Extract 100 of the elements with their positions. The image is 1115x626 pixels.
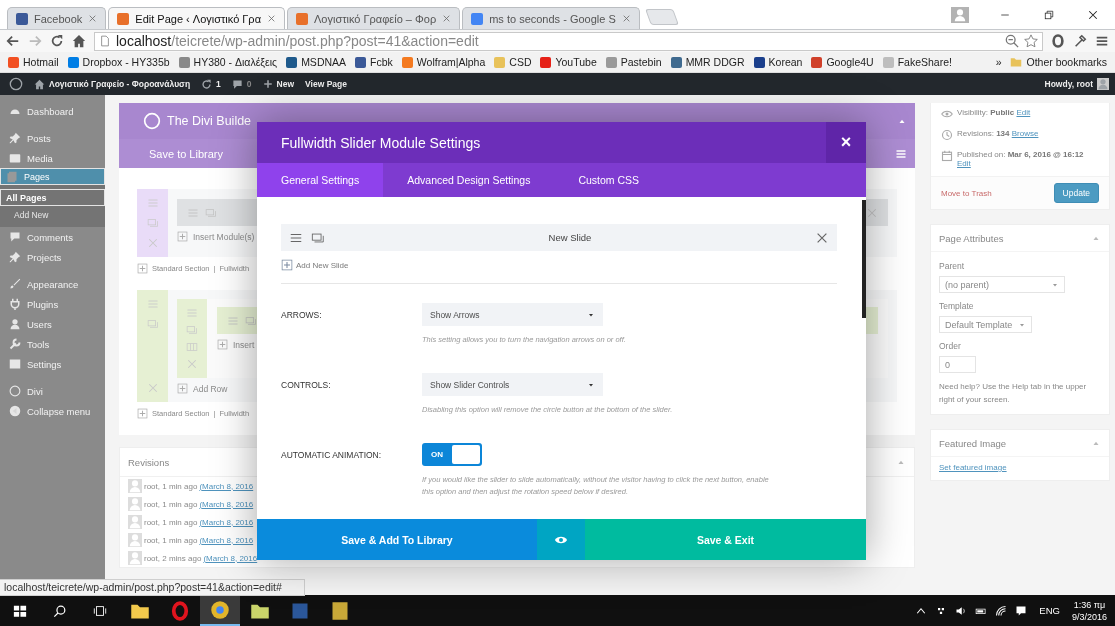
revision-link[interactable]: (March 8, 2016 (203, 553, 258, 563)
move-to-trash-link[interactable]: Move to Trash (941, 188, 992, 198)
menu-item[interactable]: Comments (0, 227, 105, 247)
preview-button[interactable] (537, 519, 585, 560)
taskbar-app[interactable] (200, 595, 240, 626)
more-bookmarks-button[interactable]: » (995, 56, 1002, 68)
notification-icon[interactable] (1015, 604, 1028, 617)
bookmark[interactable]: Wolfram|Alpha (401, 56, 486, 68)
browser-tab[interactable]: Λογιστικό Γραφείο – Φορ (287, 7, 461, 29)
bookmark[interactable]: MSDNAA (286, 56, 347, 68)
clock[interactable]: 1:36 πμ 9/3/2016 (1071, 598, 1107, 623)
back-icon[interactable] (6, 34, 20, 48)
revision-link[interactable]: (March 8, 2016 (199, 535, 254, 545)
view-page-link[interactable]: View Page (305, 79, 347, 89)
home-icon[interactable] (72, 34, 86, 48)
address-bar[interactable]: localhost/teicrete/wp-admin/post.php?post=41&action=edit (94, 31, 1043, 51)
insert-module-link[interactable]: Insert (233, 339, 255, 350)
save-to-library-button[interactable]: Save to Library (149, 147, 223, 160)
updates-link[interactable]: 1 (201, 78, 221, 90)
star-icon[interactable] (1024, 34, 1038, 48)
menu-item[interactable]: Divi (0, 381, 105, 401)
submenu-item[interactable]: All Pages (0, 189, 105, 206)
plus-square-icon[interactable] (217, 339, 228, 350)
site-link[interactable]: Λογιστικό Γραφείο - Φοροανάλυση (34, 78, 191, 90)
photo-icon (9, 152, 21, 164)
dropper-icon[interactable] (1073, 34, 1087, 48)
bookmark[interactable]: FakeShare! (882, 56, 952, 68)
account-link[interactable]: Howdy, root (1044, 78, 1109, 90)
template-select[interactable]: Default Template (939, 316, 1033, 333)
new-link[interactable]: New (262, 79, 295, 89)
add-slide-link[interactable]: Add New Slide (281, 259, 349, 271)
plus-square-icon[interactable] (177, 231, 188, 242)
language-indicator[interactable]: ENG (1039, 605, 1060, 616)
browser-tab[interactable]: Facebook (7, 7, 107, 29)
speaker-icon[interactable] (955, 604, 968, 617)
comments-link[interactable]: 0 (231, 78, 252, 90)
bookmark[interactable]: MMR DDGR (670, 56, 745, 68)
edit-link[interactable]: Browse (1011, 129, 1039, 138)
menu-item[interactable]: Posts (0, 128, 105, 148)
plus-square-icon[interactable] (137, 263, 148, 274)
bookmark-folder[interactable]: Other bookmarks (1010, 56, 1107, 68)
add-row-link[interactable]: Add Row (193, 383, 228, 394)
settings-tab[interactable]: Custom CSS (554, 163, 664, 197)
set-featured-image-link[interactable]: Set featured image (939, 463, 1007, 472)
plus-square-icon[interactable] (177, 383, 188, 394)
settings-tab[interactable]: General Settings (257, 163, 384, 197)
menu-item[interactable]: Dashboard (0, 101, 105, 121)
save-exit-button[interactable]: Save & Exit (585, 519, 866, 560)
new-tab-button[interactable] (644, 9, 679, 25)
user-icon[interactable] (951, 6, 969, 23)
bookmark[interactable]: Pastebin (605, 56, 662, 68)
save-add-library-button[interactable]: Save & Add To Library (257, 519, 537, 560)
circle-icon[interactable] (9, 77, 23, 91)
insert-module-link[interactable]: Insert Module(s) (193, 231, 255, 242)
bookmark[interactable]: HY380 - Διαλέξεις (178, 56, 278, 68)
close-icon[interactable] (267, 14, 276, 23)
duplicate-icon[interactable] (245, 314, 257, 327)
close-button[interactable]: × (826, 122, 866, 163)
reload-icon[interactable] (50, 34, 64, 48)
menu-item[interactable]: Appearance (0, 274, 105, 294)
select-field[interactable]: Show Slider Controls (422, 373, 603, 396)
menu-item[interactable]: Users (0, 314, 105, 334)
bookmark[interactable]: Fcbk (355, 56, 393, 68)
slide-item[interactable]: New Slide (281, 224, 837, 251)
bookmark[interactable]: CSD (494, 56, 532, 68)
scrollbar-thumb[interactable] (862, 200, 866, 318)
bookmark[interactable]: Korean (753, 56, 803, 68)
duplicate-icon[interactable] (311, 230, 325, 245)
edit-link[interactable]: Edit (1016, 108, 1031, 117)
menu-item[interactable]: Pages (0, 168, 105, 185)
bookmark[interactable]: Google4U (811, 56, 874, 68)
menu-item[interactable]: Media (0, 148, 105, 168)
parent-select[interactable]: (no parent) (939, 276, 1065, 293)
bookmark[interactable]: Hotmail (8, 56, 59, 68)
revision-link[interactable]: (March 8, 2016 (199, 481, 254, 491)
bookmark[interactable]: YouTube (540, 56, 597, 68)
wifi-icon[interactable] (995, 604, 1008, 617)
select-field[interactable]: Show Arrows (422, 303, 603, 326)
zoom-out-icon[interactable] (1005, 34, 1019, 48)
menu-item[interactable]: Tools (0, 334, 105, 354)
submenu-item[interactable]: Add New (0, 206, 105, 223)
edit-link[interactable]: Edit (957, 159, 971, 168)
ring-icon[interactable] (1051, 34, 1065, 48)
menu-item[interactable]: Projects (0, 247, 105, 267)
forward-icon[interactable] (28, 34, 42, 48)
menu-item[interactable]: Settings (0, 354, 105, 374)
revision-link[interactable]: (March 8, 2016 (199, 499, 254, 509)
plus-square-icon[interactable] (137, 408, 148, 419)
revision-link[interactable]: (March 8, 2016 (199, 517, 254, 527)
settings-tab[interactable]: Advanced Design Settings (383, 163, 555, 197)
order-field[interactable]: 0 (939, 356, 976, 373)
menu-item[interactable]: Plugins (0, 294, 105, 314)
list-icon[interactable] (895, 147, 907, 160)
browser-tab[interactable]: ms to seconds - Google S (462, 7, 640, 29)
browser-tab[interactable]: Edit Page ‹ Λογιστικό Γρα (108, 7, 285, 29)
update-button[interactable]: Update (1053, 183, 1099, 203)
toggle-switch[interactable]: ON (422, 443, 482, 466)
bookmark[interactable]: Dropbox - HY335b (67, 56, 170, 68)
menu-icon[interactable] (1095, 34, 1109, 48)
menu-item[interactable]: Collapse menu (0, 401, 105, 421)
